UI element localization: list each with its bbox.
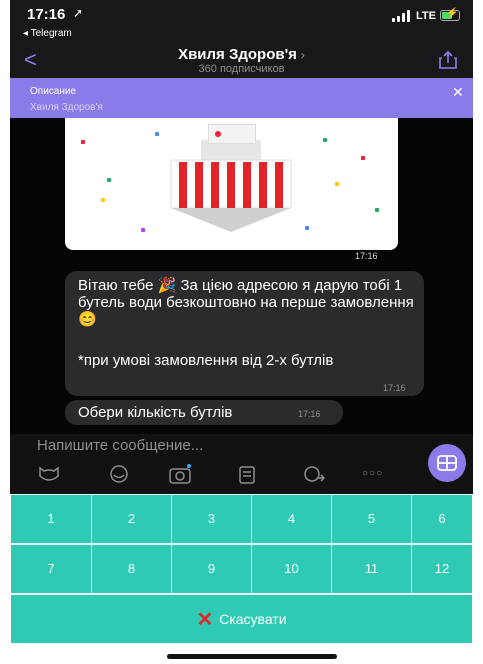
description-title: Описание — [30, 86, 77, 97]
cancel-label: Скасувати — [219, 611, 287, 627]
network-type: LTE — [416, 10, 436, 22]
title-chevron: › — [300, 48, 305, 62]
confetti — [305, 226, 309, 230]
keyboard-button-2[interactable]: 2 — [91, 494, 172, 544]
keyboard-button-1[interactable]: 1 — [10, 494, 92, 544]
confetti — [335, 182, 339, 186]
keyboard-button-12[interactable]: 12 — [411, 544, 473, 594]
message-time: 17:16 — [383, 383, 406, 393]
status-bar: 17:16 ➚ ◂ Telegram LTE ⚡ — [10, 0, 473, 46]
chat-header: < Хвиля Здоров'я › 360 подписчиков — [10, 46, 473, 78]
composer: Напишите сообщение... ○○○ — [10, 434, 473, 494]
confetti — [141, 228, 145, 232]
home-indicator[interactable] — [167, 654, 337, 659]
attachment-icon[interactable] — [236, 464, 260, 484]
sticker-icon[interactable] — [37, 464, 61, 484]
gift-box-image — [170, 140, 292, 232]
message-text: Обери кількість бутлів — [78, 404, 233, 421]
confetti — [323, 138, 327, 142]
emoji-icon[interactable] — [107, 464, 131, 484]
brand-label — [208, 124, 256, 144]
channel-title[interactable]: Хвиля Здоров'я › — [10, 46, 473, 63]
keyboard-button-6[interactable]: 6 — [411, 494, 473, 544]
location-arrow-icon: ➚ — [73, 6, 84, 20]
status-time: 17:16 — [27, 6, 66, 23]
cancel-button[interactable]: ✕ Скасувати — [10, 594, 473, 644]
keyboard-button-4[interactable]: 4 — [251, 494, 332, 544]
back-to-app-link[interactable]: ◂ Telegram — [23, 28, 72, 39]
confetti — [361, 156, 365, 160]
keyboard-button-5[interactable]: 5 — [331, 494, 412, 544]
confetti — [81, 140, 85, 144]
keyboard-button-3[interactable]: 3 — [171, 494, 252, 544]
keyboard-button-9[interactable]: 9 — [171, 544, 252, 594]
keyboard-button-7[interactable]: 7 — [10, 544, 92, 594]
gift-image-message[interactable] — [65, 118, 398, 250]
chat-area[interactable]: 17:16 Вітаю тебе 🎉 За цією адресою я дар… — [10, 118, 473, 434]
description-banner[interactable]: Описание Хвиля Здоров'я ✕ — [10, 78, 473, 118]
message-text: Вітаю тебе 🎉 За цією адресою я дарую тоб… — [78, 277, 414, 328]
more-icon[interactable]: ○○○ — [362, 468, 386, 488]
subscriber-count: 360 подписчиков — [198, 63, 285, 75]
confetti — [375, 208, 379, 212]
confetti — [155, 132, 159, 136]
home-indicator-area — [10, 644, 473, 664]
channel-name: Хвиля Здоров'я — [178, 46, 297, 63]
battery-icon: ⚡ — [440, 8, 460, 21]
close-icon[interactable]: ✕ — [452, 84, 464, 101]
description-text: Хвиля Здоров'я — [30, 102, 103, 113]
confetti — [107, 178, 111, 182]
greeting-message[interactable]: Вітаю тебе 🎉 За цією адресою я дарую тоб… — [65, 271, 424, 396]
message-time: 17:16 — [298, 409, 321, 419]
keyboard-grid-icon — [437, 455, 457, 471]
keyboard-toggle-button[interactable] — [428, 444, 466, 482]
bot-keyboard: 1 2 3 4 5 6 7 8 9 10 11 12 ✕ Скасувати — [10, 494, 473, 664]
keyboard-button-10[interactable]: 10 — [251, 544, 332, 594]
keyboard-button-11[interactable]: 11 — [331, 544, 412, 594]
keyboard-button-8[interactable]: 8 — [91, 544, 172, 594]
signal-icon — [392, 10, 412, 22]
message-time: 17:16 — [355, 251, 378, 261]
confetti — [101, 198, 105, 202]
telegram-screen: 17:16 ➚ ◂ Telegram LTE ⚡ < Хвиля Здоров'… — [10, 0, 473, 664]
choose-quantity-message[interactable]: Обери кількість бутлів 17:16 — [65, 400, 343, 425]
camera-icon[interactable] — [168, 464, 192, 484]
share-icon[interactable] — [438, 51, 458, 69]
message-input[interactable]: Напишите сообщение... — [37, 437, 203, 454]
share-location-icon[interactable] — [302, 464, 326, 484]
cancel-x-icon: ✕ — [196, 609, 214, 632]
message-note: *при умові замовлення від 2-х бутлів — [78, 352, 334, 369]
